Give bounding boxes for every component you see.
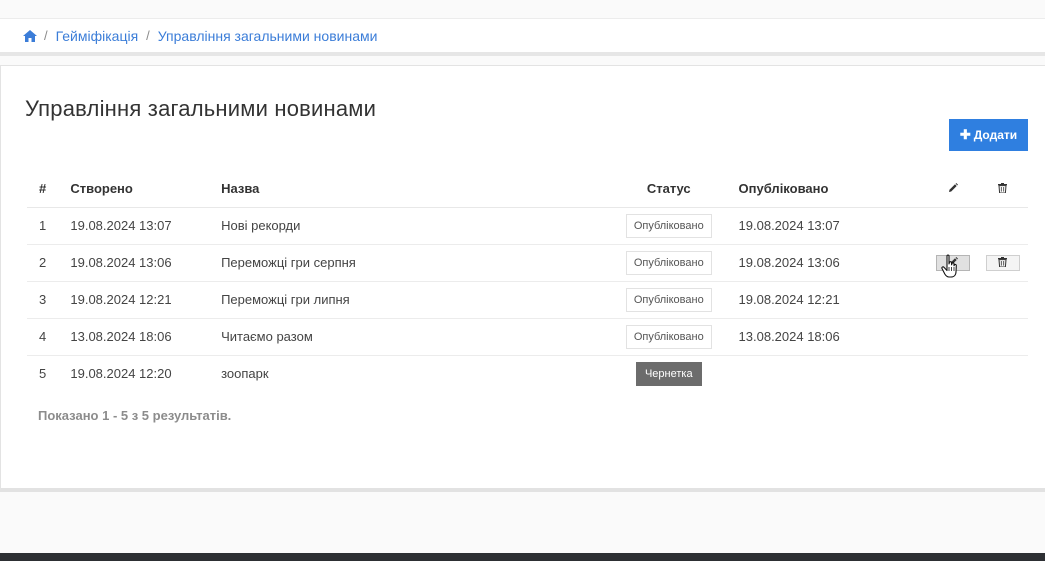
- status-badge: Опубліковано: [625, 213, 712, 238]
- breadcrumb-separator: /: [44, 28, 48, 43]
- row-name: Переможці гри липня: [221, 292, 350, 307]
- row-delete-cell: [978, 207, 1028, 244]
- add-button[interactable]: ✚ Додати: [949, 119, 1028, 151]
- row-published: 19.08.2024 13:06: [738, 255, 840, 270]
- header-delete: [977, 171, 1028, 208]
- row-published: [727, 355, 928, 392]
- table-row: 2 19.08.2024 13:06 Переможці гри серпня …: [27, 244, 1028, 281]
- row-delete-cell: [978, 355, 1028, 392]
- row-created: 13.08.2024 18:06: [70, 329, 172, 344]
- row-status: Опубліковано: [611, 281, 727, 318]
- row-edit-cell: [927, 355, 977, 392]
- row-num: 5: [39, 366, 47, 382]
- pencil-icon: [948, 181, 958, 196]
- page-title: Управління загальними новинами: [25, 96, 377, 121]
- row-name: Нові рекорди: [221, 218, 301, 233]
- table-row: 3 19.08.2024 12:21 Переможці гри липня О…: [27, 281, 1028, 318]
- footer-bar: [0, 553, 1045, 561]
- header-name[interactable]: Назва: [209, 171, 611, 208]
- hand-pointer-icon: [941, 254, 959, 285]
- row-created: 19.08.2024 12:21: [70, 292, 172, 307]
- row-name: Читаємо разом: [221, 329, 313, 344]
- table-row: 4 13.08.2024 18:06 Читаємо разом Опублік…: [27, 318, 1028, 355]
- header-edit: [927, 171, 978, 208]
- row-delete-cell: [978, 318, 1028, 355]
- row-created: 19.08.2024 13:07: [70, 218, 172, 233]
- row-created: 19.08.2024 12:20: [70, 366, 172, 382]
- row-status: Опубліковано: [611, 244, 727, 281]
- row-published: 19.08.2024 12:21: [738, 292, 840, 307]
- trash-icon: [998, 255, 1008, 270]
- status-badge: Опубліковано: [625, 250, 712, 275]
- breadcrumb: / Гейміфікація / Управління загальними н…: [0, 18, 1045, 56]
- header-num: #: [27, 171, 59, 208]
- row-name: зоопарк: [221, 366, 269, 382]
- breadcrumb-item-gamification[interactable]: Гейміфікація: [56, 28, 139, 44]
- news-table: # Створено Назва Статус Опубліковано 1 1…: [27, 171, 1028, 392]
- status-badge: Опубліковано: [625, 324, 712, 349]
- results-summary: Показано 1 - 5 з 5 результатів.: [38, 408, 232, 423]
- row-delete-cell: [978, 281, 1028, 318]
- trash-icon: [998, 181, 1008, 196]
- row-num: 3: [39, 292, 47, 307]
- status-badge-draft: Чернетка: [635, 361, 702, 386]
- row-status: Опубліковано: [611, 318, 727, 355]
- header-created[interactable]: Створено: [58, 171, 210, 208]
- delete-button[interactable]: [985, 254, 1020, 271]
- header-status[interactable]: Статус: [610, 171, 727, 208]
- row-created: 19.08.2024 13:06: [70, 255, 172, 270]
- home-icon[interactable]: [23, 29, 37, 42]
- table-row: 1 19.08.2024 13:07 Нові рекорди Опубліко…: [27, 207, 1028, 244]
- table-row: 5 19.08.2024 12:20 зоопарк Чернетка: [27, 355, 1028, 392]
- row-num: 1: [39, 218, 47, 233]
- row-status: Чернетка: [611, 355, 727, 392]
- plus-icon: ✚: [959, 127, 971, 142]
- row-edit-cell: [927, 281, 977, 318]
- add-button-label: Додати: [973, 128, 1018, 142]
- news-panel: Управління загальними новинами ✚ Додати …: [0, 65, 1045, 492]
- row-published: 13.08.2024 18:06: [738, 329, 840, 344]
- row-num: 4: [39, 329, 47, 344]
- row-published: 19.08.2024 13:07: [738, 218, 840, 233]
- header-published[interactable]: Опубліковано: [726, 171, 928, 208]
- row-name: Переможці гри серпня: [221, 255, 356, 270]
- row-edit-cell: [927, 207, 977, 244]
- table-header-row: # Створено Назва Статус Опубліковано: [27, 171, 1028, 208]
- breadcrumb-item-news-management[interactable]: Управління загальними новинами: [158, 28, 378, 44]
- row-edit-cell: [927, 318, 977, 355]
- status-badge: Опубліковано: [625, 287, 712, 312]
- row-num: 2: [39, 255, 47, 270]
- breadcrumb-separator: /: [146, 28, 150, 43]
- row-status: Опубліковано: [611, 207, 727, 244]
- row-delete-cell: [978, 244, 1028, 281]
